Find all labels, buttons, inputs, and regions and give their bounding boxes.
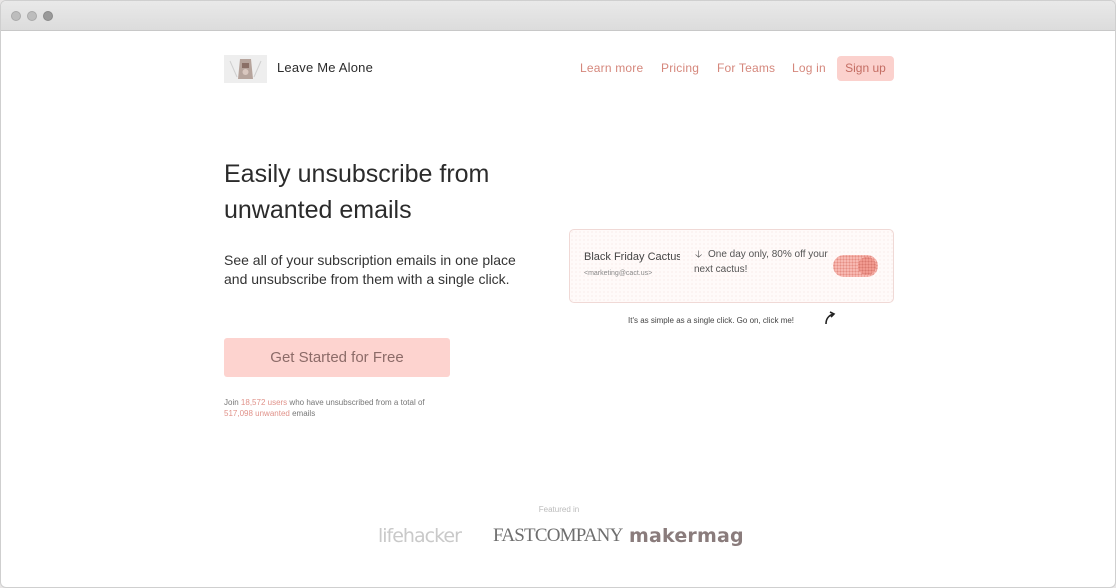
stats-middle: who have unsubscribed from a total of — [289, 398, 425, 407]
hero-headline: Easily unsubscribe from unwanted emails — [224, 160, 490, 224]
nav-learn-more[interactable]: Learn more — [580, 61, 643, 75]
curved-arrow-icon — [825, 311, 836, 325]
get-started-button[interactable]: Get Started for Free — [224, 338, 450, 377]
stats-prefix: Join — [224, 398, 239, 407]
stats-suffix: emails — [292, 409, 316, 418]
signup-button[interactable]: Sign up — [837, 56, 894, 81]
hero-subtext: See all of your subscription emails in o… — [224, 252, 516, 287]
zoom-window-button[interactable] — [43, 11, 53, 21]
demo-email-card: Black Friday Cactus Sale <marketing@cact… — [569, 229, 894, 303]
window-titlebar — [1, 1, 1115, 31]
lifehacker-logo: lifehacker — [378, 525, 462, 547]
nav-login[interactable]: Log in — [792, 61, 826, 75]
stats-emails: 517,098 unwanted — [224, 409, 290, 418]
dont-disturb-sign-icon — [224, 55, 267, 83]
unsubscribe-toggle[interactable] — [833, 255, 878, 277]
nav-for-teams[interactable]: For Teams — [717, 61, 775, 75]
nav-pricing[interactable]: Pricing — [661, 61, 699, 75]
stats-users: 18,572 users — [240, 398, 288, 407]
makermag-logo: makermag — [629, 525, 744, 547]
browser-window: Leave Me Alone Learn more Pricing For Te… — [0, 0, 1116, 588]
demo-subject: One day only, 80% off your next cactus! — [694, 249, 828, 275]
fastcompany-logo: FASTCOMPANY — [493, 525, 623, 546]
featured-in-label: Featured in — [538, 505, 580, 514]
demo-hint: It's as simple as a single click. Go on,… — [628, 316, 795, 325]
close-window-button[interactable] — [11, 11, 21, 21]
usage-stats: Join 18,572 users who have unsubscribed … — [224, 397, 434, 419]
toggle-knob — [858, 257, 876, 275]
brand-logo[interactable] — [224, 55, 267, 83]
brand-name[interactable]: Leave Me Alone — [277, 60, 373, 75]
demo-sender-email: <marketing@cact.us> — [584, 270, 653, 277]
minimize-window-button[interactable] — [27, 11, 37, 21]
demo-sender-name: Black Friday Cactus Sale — [584, 251, 680, 263]
